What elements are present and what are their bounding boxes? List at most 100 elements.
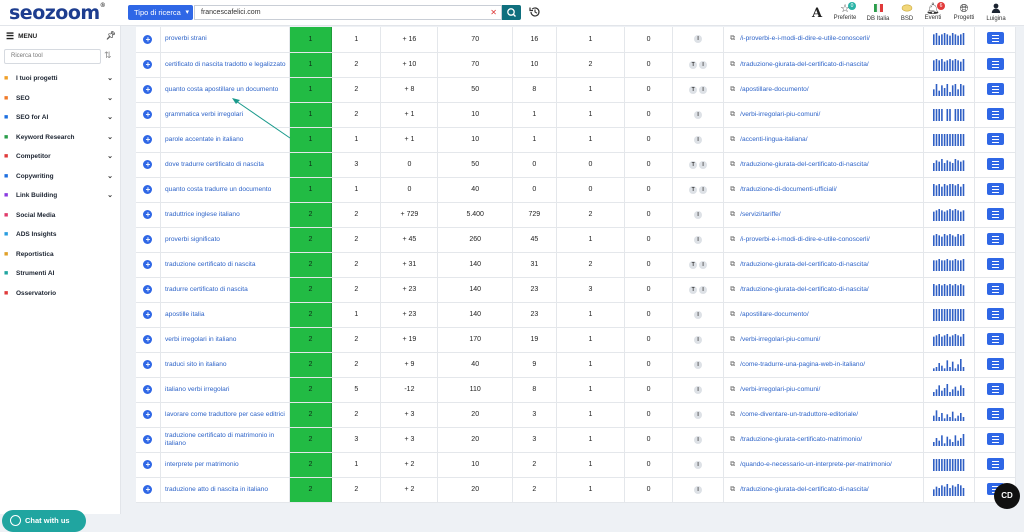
expand-plus-icon[interactable]: + bbox=[143, 485, 153, 494]
font-size-icon[interactable]: A bbox=[812, 6, 822, 21]
keyword-link[interactable]: verbi irregolari in italiano bbox=[160, 327, 290, 353]
url-link[interactable]: /come-tradurre-una-pagina-web-in-italian… bbox=[740, 361, 865, 368]
chevron-down-icon[interactable]: ⌄ bbox=[107, 109, 113, 126]
external-link-icon[interactable]: ⧉ bbox=[730, 336, 735, 343]
keyword-link[interactable]: apostille italia bbox=[160, 302, 290, 328]
sidebar-item-strumenti-ai[interactable]: ■ Strumenti AI bbox=[4, 265, 116, 282]
expand-plus-icon[interactable]: + bbox=[143, 135, 153, 144]
row-menu-button[interactable] bbox=[986, 107, 1004, 120]
keyword-link[interactable]: traduzione certificato di matrimonio in … bbox=[160, 427, 290, 453]
keyword-link[interactable]: tradurre certificato di nascita bbox=[160, 277, 290, 303]
clear-icon[interactable]: ✕ bbox=[490, 6, 497, 19]
sidebar-item-social-media[interactable]: ■ Social Media bbox=[4, 207, 116, 224]
keyword-link[interactable]: parole accentate in italiano bbox=[160, 127, 290, 153]
url-link[interactable]: /traduzione-giurata-del-certificato-di-n… bbox=[740, 486, 869, 493]
url-link[interactable]: /traduzione-giurata-certificato-matrimon… bbox=[740, 436, 862, 443]
keyword-link[interactable]: proverbi significato bbox=[160, 227, 290, 253]
projects-button[interactable]: 🌐︎ Progetti bbox=[950, 3, 978, 21]
row-menu-button[interactable] bbox=[986, 257, 1004, 270]
row-menu-button[interactable] bbox=[986, 82, 1004, 95]
row-menu-button[interactable] bbox=[986, 357, 1004, 370]
external-link-icon[interactable]: ⧉ bbox=[730, 386, 735, 393]
sidebar-item-seo-for-ai[interactable]: ■ SEO for AI ⌄ bbox=[4, 109, 116, 126]
external-link-icon[interactable]: ⧉ bbox=[730, 311, 735, 318]
url-link[interactable]: /i-proverbi-e-i-modi-di-dire-e-utile-con… bbox=[740, 236, 870, 243]
row-menu-button[interactable] bbox=[986, 407, 1004, 420]
sidebar-item-link-building[interactable]: ■ Link Building ⌄ bbox=[4, 187, 116, 204]
external-link-icon[interactable]: ⧉ bbox=[730, 35, 735, 42]
sidebar-item-ads-insights[interactable]: ■ ADS Insights bbox=[4, 226, 116, 243]
external-link-icon[interactable]: ⧉ bbox=[730, 411, 735, 418]
sidebar-item-keyword-research[interactable]: ■ Keyword Research ⌄ bbox=[4, 129, 116, 146]
row-menu-button[interactable] bbox=[986, 332, 1004, 345]
hamburger-icon[interactable]: ☰ bbox=[6, 31, 14, 41]
expand-plus-icon[interactable]: + bbox=[143, 185, 153, 194]
url-link[interactable]: /verbi-irregolari-piu-comuni/ bbox=[740, 386, 820, 393]
external-link-icon[interactable]: ⧉ bbox=[730, 436, 735, 443]
url-link[interactable]: /apostillare-documento/ bbox=[740, 311, 809, 318]
url-link[interactable]: /traduzione-giurata-del-certificato-di-n… bbox=[740, 161, 869, 168]
url-link[interactable]: /accenti-lingua-italiana/ bbox=[740, 136, 807, 143]
external-link-icon[interactable]: ⧉ bbox=[730, 361, 735, 368]
keyword-link[interactable]: traduzione atto di nascita in italiano bbox=[160, 477, 290, 503]
expand-plus-icon[interactable]: + bbox=[143, 235, 153, 244]
pin-icon[interactable]: 📌︎ bbox=[106, 31, 116, 40]
sidebar-item-seo[interactable]: ■ SEO ⌄ bbox=[4, 90, 116, 107]
row-menu-button[interactable] bbox=[986, 382, 1004, 395]
keyword-link[interactable]: lavorare come traduttore per case editri… bbox=[160, 402, 290, 428]
chevron-down-icon[interactable]: ⌄ bbox=[107, 187, 113, 204]
keyword-link[interactable]: italiano verbi irregolari bbox=[160, 377, 290, 403]
keyword-link[interactable]: traduttrice inglese italiano bbox=[160, 202, 290, 228]
keywords-table-container[interactable]: + proverbi strani 1 1 + 16 70 16 1 0 I ⧉/i-proverb… bbox=[136, 27, 1024, 514]
url-link[interactable]: /traduzione-di-documenti-ufficiali/ bbox=[740, 186, 837, 193]
external-link-icon[interactable]: ⧉ bbox=[730, 111, 735, 118]
expand-plus-icon[interactable]: + bbox=[143, 285, 153, 294]
url-link[interactable]: /traduzione-giurata-del-certificato-di-n… bbox=[740, 286, 869, 293]
search-type-dropdown[interactable]: Tipo di ricerca ▾ bbox=[128, 5, 193, 20]
chevron-down-icon[interactable]: ⌄ bbox=[107, 148, 113, 165]
row-menu-button[interactable] bbox=[986, 182, 1004, 195]
chevron-down-icon[interactable]: ⌄ bbox=[107, 129, 113, 146]
keyword-link[interactable]: traduci sito in italiano bbox=[160, 352, 290, 378]
expand-plus-icon[interactable]: + bbox=[143, 360, 153, 369]
chevron-down-icon[interactable]: ⌄ bbox=[107, 70, 113, 87]
events-button[interactable]: 🔔︎ 6 Eventi bbox=[921, 2, 945, 21]
expand-plus-icon[interactable]: + bbox=[143, 210, 153, 219]
seozoom-logo[interactable]: seozoom® bbox=[9, 2, 106, 24]
external-link-icon[interactable]: ⧉ bbox=[730, 186, 735, 193]
keyword-link[interactable]: dove tradurre certificato di nascita bbox=[160, 152, 290, 178]
expand-plus-icon[interactable]: + bbox=[143, 335, 153, 344]
expand-plus-icon[interactable]: + bbox=[143, 60, 153, 69]
history-icon[interactable] bbox=[528, 5, 542, 19]
external-link-icon[interactable]: ⧉ bbox=[730, 86, 735, 93]
external-link-icon[interactable]: ⧉ bbox=[730, 461, 735, 468]
sidebar-item-copywriting[interactable]: ■ Copywriting ⌄ bbox=[4, 168, 116, 185]
row-menu-button[interactable] bbox=[986, 307, 1004, 320]
keyword-link[interactable]: grammatica verbi irregolari bbox=[160, 102, 290, 128]
external-link-icon[interactable]: ⧉ bbox=[730, 161, 735, 168]
expand-plus-icon[interactable]: + bbox=[143, 385, 153, 394]
expand-plus-icon[interactable]: + bbox=[143, 85, 153, 94]
sort-icon[interactable]: ⇅ bbox=[104, 50, 112, 61]
row-menu-button[interactable] bbox=[986, 457, 1004, 470]
chevron-down-icon[interactable]: ⌄ bbox=[107, 168, 113, 185]
row-menu-button[interactable] bbox=[986, 232, 1004, 245]
expand-plus-icon[interactable]: + bbox=[143, 310, 153, 319]
expand-plus-icon[interactable]: + bbox=[143, 460, 153, 469]
sidebar-item-reportistica[interactable]: ■ Reportistica bbox=[4, 246, 116, 263]
external-link-icon[interactable]: ⧉ bbox=[730, 61, 735, 68]
search-button[interactable] bbox=[502, 5, 521, 20]
external-link-icon[interactable]: ⧉ bbox=[730, 236, 735, 243]
url-link[interactable]: /traduzione-giurata-del-certificato-di-n… bbox=[740, 261, 869, 268]
keyword-link[interactable]: traduzione certificato di nascita bbox=[160, 252, 290, 278]
url-link[interactable]: /apostillare-documento/ bbox=[740, 86, 809, 93]
external-link-icon[interactable]: ⧉ bbox=[730, 486, 735, 493]
sidebar-item-osservatorio[interactable]: ■ Osservatorio bbox=[4, 285, 116, 302]
row-menu-button[interactable] bbox=[986, 282, 1004, 295]
url-link[interactable]: /verbi-irregolari-piu-comuni/ bbox=[740, 336, 820, 343]
row-menu-button[interactable] bbox=[986, 132, 1004, 145]
favorites-button[interactable]: ☆ 0 Preferite bbox=[830, 2, 860, 21]
row-menu-button[interactable] bbox=[986, 432, 1004, 445]
expand-plus-icon[interactable]: + bbox=[143, 260, 153, 269]
row-menu-button[interactable] bbox=[986, 207, 1004, 220]
